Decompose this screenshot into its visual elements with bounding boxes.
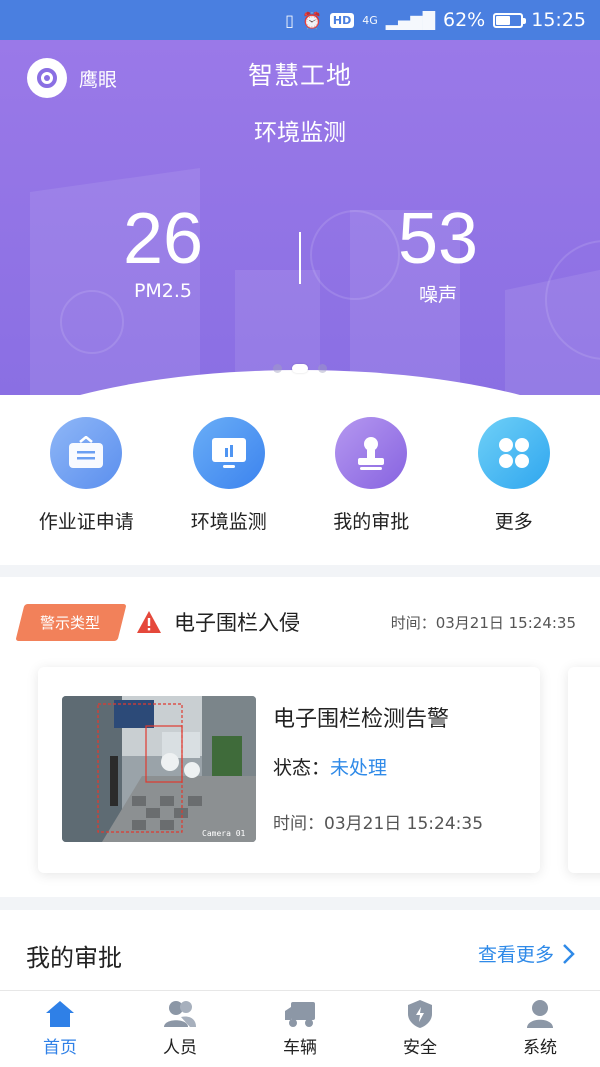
metric-pm25: 26 PM2.5	[63, 200, 263, 302]
approvals-section: 我的审批 查看更多	[0, 910, 600, 990]
alert-type-tag: 警示类型	[15, 603, 127, 641]
carousel-dot[interactable]	[318, 364, 327, 373]
hero-subtitle: 环境监测	[254, 120, 346, 146]
vibrate-icon: ▯	[285, 10, 294, 30]
hd-icon: HD	[329, 12, 355, 28]
tab-system[interactable]: 系统	[480, 991, 600, 1067]
quick-action-my-approvals[interactable]: 我的审批	[301, 395, 441, 565]
view-more-link[interactable]: 查看更多	[478, 940, 576, 967]
alert-card-status: 状态：未处理	[273, 757, 388, 779]
tab-safety[interactable]: 安全	[360, 991, 480, 1067]
metric-label: 噪声	[418, 284, 457, 306]
battery-icon	[493, 12, 527, 28]
metric-noise: 53 噪声	[338, 200, 538, 307]
metric-label: PM2.5	[133, 280, 193, 302]
quick-action-env-monitor[interactable]: 环境监测	[159, 395, 299, 565]
quick-action-more[interactable]: 更多	[444, 395, 584, 565]
shield-icon	[408, 1000, 432, 1028]
quick-action-work-permit[interactable]: 作业证申请	[16, 395, 156, 565]
quick-action-label: 我的审批	[333, 511, 410, 533]
stamp-icon	[335, 417, 408, 489]
quick-actions: 作业证申请 环境监测 我的审批 更多	[0, 395, 600, 565]
network-type: 4G	[362, 13, 378, 27]
tab-label: 车辆	[283, 1038, 317, 1058]
camera-snapshot[interactable]: Camera 01	[62, 696, 256, 842]
certificate-icon	[50, 417, 123, 489]
alarm-icon: ⏰	[301, 10, 322, 30]
people-icon	[164, 1001, 196, 1027]
tab-label: 安全	[403, 1038, 437, 1058]
clock: 15:25	[531, 9, 586, 31]
metric-divider	[299, 232, 301, 284]
app-title: 智慧工地	[247, 61, 352, 90]
alert-time: 时间：03月21日 15:24:35	[390, 613, 576, 632]
alert-header: 警示类型 电子围栏入侵 时间：03月21日 15:24:35	[0, 601, 600, 643]
section-title: 我的审批	[26, 944, 122, 972]
tab-vehicles[interactable]: 车辆	[240, 991, 360, 1067]
tab-people[interactable]: 人员	[120, 991, 240, 1067]
alert-card[interactable]: Camera 01 电子围栏检测告警 状态：未处理 时间：03月21日 15:2…	[38, 667, 540, 873]
bottom-tab-bar: 首页 人员 车辆 安全 系统	[0, 990, 600, 1067]
metric-value: 53	[397, 199, 479, 279]
user-icon	[527, 1000, 553, 1028]
home-icon	[46, 1001, 74, 1027]
chevron-right-icon	[563, 943, 575, 964]
more-grid-icon	[477, 417, 550, 489]
quick-action-label: 作业证申请	[38, 511, 134, 533]
carousel-indicator[interactable]	[0, 364, 600, 373]
battery-percent: 62%	[443, 9, 486, 31]
carousel-dot[interactable]	[273, 364, 282, 373]
monitor-icon	[192, 417, 265, 489]
alert-card-next[interactable]	[568, 667, 600, 873]
tab-label: 首页	[43, 1038, 77, 1058]
tab-label: 人员	[163, 1038, 197, 1058]
tab-home[interactable]: 首页	[0, 991, 120, 1067]
alert-card-time: 时间：03月21日 15:24:35	[273, 814, 484, 834]
metric-value: 26	[122, 199, 204, 279]
signal-icon: ▂▄▆█	[385, 10, 435, 30]
status-value: 未处理	[330, 757, 388, 779]
carousel-dot-active[interactable]	[292, 364, 308, 373]
alert-section: 警示类型 电子围栏入侵 时间：03月21日 15:24:35 Camera 01…	[0, 577, 600, 897]
quick-action-label: 更多	[494, 511, 533, 533]
quick-action-label: 环境监测	[190, 511, 267, 533]
warning-icon	[136, 610, 162, 634]
truck-icon	[285, 1002, 315, 1027]
camera-label: Camera 01	[202, 829, 246, 838]
alert-type: 电子围栏入侵	[174, 611, 301, 635]
status-bar: ▯ ⏰ HD 4G ▂▄▆█ 62% 15:25	[0, 0, 600, 40]
alert-card-title: 电子围栏检测告警	[273, 707, 450, 732]
hero-banner[interactable]: 鹰眼 智慧工地 环境监测 26 PM2.5 53 噪声	[0, 40, 600, 395]
tab-label: 系统	[523, 1038, 557, 1058]
